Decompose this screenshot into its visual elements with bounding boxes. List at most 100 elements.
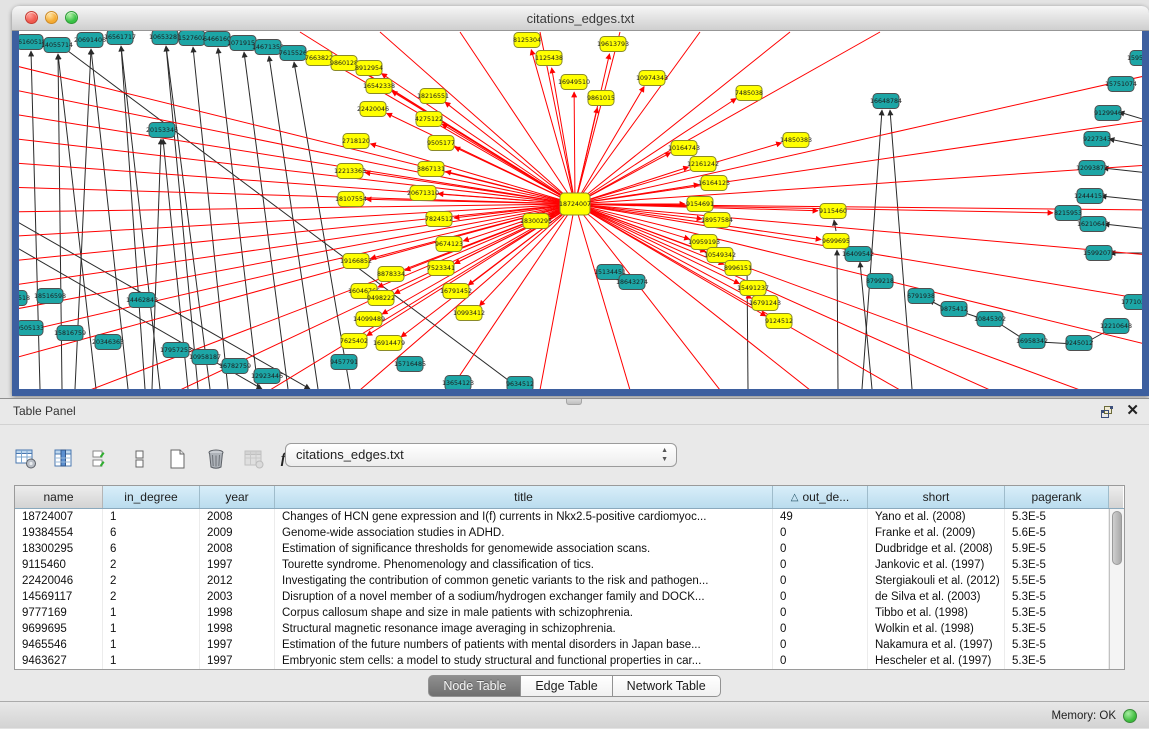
close-panel-icon[interactable]: ✕: [1126, 403, 1139, 419]
graph-node[interactable]: 10164743: [668, 141, 700, 156]
graph-node[interactable]: 10653287: [149, 31, 181, 45]
graph-node[interactable]: 16648784: [870, 94, 902, 109]
graph-node[interactable]: 12213363: [334, 164, 366, 179]
graph-node[interactable]: 14462843: [126, 293, 158, 308]
graph-node[interactable]: 8878334: [377, 267, 405, 282]
table-row[interactable]: 1938455462009Genome-wide association stu…: [15, 525, 1124, 541]
graph-node[interactable]: 16164125: [698, 176, 730, 191]
graph-node[interactable]: 6791938: [907, 289, 935, 304]
column-header-name[interactable]: name: [15, 486, 103, 508]
column-header-out_de[interactable]: △out_de...: [773, 486, 868, 508]
graph-node[interactable]: 2718120: [342, 134, 370, 149]
graph-node[interactable]: 18724007: [559, 193, 591, 215]
network-window-titlebar[interactable]: citations_edges.txt: [12, 6, 1149, 31]
graph-node[interactable]: 8799218: [866, 274, 894, 289]
table-row[interactable]: 1456911722003Disruption of a novel membe…: [15, 589, 1124, 605]
graph-node[interactable]: 9875412: [940, 302, 968, 317]
column-header-year[interactable]: year: [200, 486, 275, 508]
table-vertical-scrollbar[interactable]: [1109, 509, 1124, 669]
column-header-pagerank[interactable]: pagerank: [1005, 486, 1109, 508]
table-row[interactable]: 1830029562008Estimation of significance …: [15, 541, 1124, 557]
graph-node[interactable]: 8215953: [1054, 206, 1082, 221]
graph-node[interactable]: 9861015: [587, 91, 615, 106]
graph-node[interactable]: 16949510: [558, 75, 590, 90]
column-header-title[interactable]: title: [275, 486, 773, 508]
table-options-icon[interactable]: [14, 447, 38, 471]
row-options-icon[interactable]: [128, 447, 152, 471]
zoom-window-button[interactable]: [65, 11, 78, 24]
minimize-window-button[interactable]: [45, 11, 58, 24]
graph-node[interactable]: 13654123: [442, 376, 474, 390]
graph-node[interactable]: 16782759: [219, 359, 251, 374]
table-row[interactable]: 946362711997Embryonic stem cells: a mode…: [15, 653, 1124, 669]
memory-ok-indicator-icon[interactable]: [1123, 709, 1137, 723]
graph-node[interactable]: 9674123: [435, 237, 463, 252]
graph-node[interactable]: 8996151: [724, 261, 752, 276]
graph-node[interactable]: 16914479: [373, 336, 405, 351]
graph-node[interactable]: 8912954: [355, 61, 383, 76]
graph-node[interactable]: 12093872: [1076, 161, 1108, 176]
column-header-in_degree[interactable]: in_degree: [103, 486, 200, 508]
graph-node[interactable]: 20346363: [92, 335, 124, 350]
graph-node[interactable]: 18300295: [520, 214, 552, 229]
table-selector-dropdown[interactable]: citations_edges.txt ▲▼: [285, 443, 677, 467]
tab-edge-table[interactable]: Edge Table: [521, 675, 612, 697]
graph-node[interactable]: 9227343: [1083, 132, 1111, 147]
graph-node[interactable]: 18516598: [34, 289, 66, 304]
graph-node[interactable]: 16561717: [104, 31, 136, 45]
graph-node[interactable]: 16958342: [1016, 334, 1048, 349]
graph-node[interactable]: 16791452: [440, 284, 472, 299]
graph-node[interactable]: 20671310: [407, 186, 439, 201]
graph-node[interactable]: 9457791: [330, 355, 358, 370]
table-row[interactable]: 1872400712008Changes of HCN gene express…: [15, 509, 1124, 525]
graph-node[interactable]: 17710345: [1121, 295, 1142, 310]
graph-node[interactable]: 7625402: [340, 334, 368, 349]
create-table-icon[interactable]: [166, 447, 190, 471]
graph-node[interactable]: 9634512: [506, 377, 534, 390]
graph-node[interactable]: 18643274: [616, 275, 648, 290]
graph-node[interactable]: 9124512: [765, 314, 793, 329]
graph-node[interactable]: 16409542: [842, 247, 874, 262]
table-row[interactable]: 2242004622012Investigating the contribut…: [15, 573, 1124, 589]
graph-node[interactable]: 12923446: [251, 369, 283, 384]
graph-node[interactable]: 9115460: [819, 204, 847, 219]
graph-node[interactable]: 15992071: [1083, 246, 1115, 261]
column-header-short[interactable]: short: [868, 486, 1005, 508]
graph-node[interactable]: 18957584: [701, 213, 733, 228]
graph-node[interactable]: 9505133: [19, 321, 44, 336]
graph-node[interactable]: 15958432: [1127, 51, 1142, 66]
graph-node[interactable]: 8125304: [513, 33, 541, 48]
close-window-button[interactable]: [25, 11, 38, 24]
graph-node[interactable]: 10974343: [636, 71, 668, 86]
graph-node[interactable]: 18216551: [417, 89, 449, 104]
graph-node[interactable]: 15491237: [737, 281, 769, 296]
graph-node[interactable]: 25160518: [19, 291, 30, 306]
graph-node[interactable]: 20153346: [146, 123, 178, 138]
graph-node[interactable]: 20691406: [74, 33, 106, 48]
graph-node[interactable]: 9154691: [686, 197, 714, 212]
graph-node[interactable]: 7824512: [425, 212, 453, 227]
table-row[interactable]: 911546021997Tourette syndrome. Phenomeno…: [15, 557, 1124, 573]
tab-node-table[interactable]: Node Table: [428, 675, 521, 697]
graph-node[interactable]: 9505177: [427, 136, 455, 151]
tab-network-table[interactable]: Network Table: [613, 675, 721, 697]
graph-node[interactable]: 10958187: [189, 350, 221, 365]
graph-node[interactable]: 15751074: [1105, 77, 1137, 92]
graph-node[interactable]: 1125438: [535, 51, 563, 66]
graph-node[interactable]: 12444151: [1074, 189, 1106, 204]
graph-node[interactable]: 16210643: [1077, 217, 1109, 232]
graph-node[interactable]: 7615526: [279, 46, 307, 61]
graph-node[interactable]: 22420046: [357, 102, 389, 117]
graph-node[interactable]: 7523341: [427, 261, 455, 276]
graph-node[interactable]: 9699695: [822, 234, 850, 249]
table-row[interactable]: 969969511998Structural magnetic resonanc…: [15, 621, 1124, 637]
graph-node[interactable]: 9498222: [367, 291, 395, 306]
graph-node[interactable]: 16791243: [749, 296, 781, 311]
graph-node[interactable]: 3867131: [417, 162, 445, 177]
graph-node[interactable]: 9860128: [330, 56, 358, 71]
graph-node[interactable]: 7485038: [735, 86, 763, 101]
graph-node[interactable]: 19613793: [597, 37, 629, 52]
graph-node[interactable]: 15716485: [394, 357, 426, 372]
graph-node[interactable]: 14850383: [780, 133, 812, 148]
graph-node[interactable]: 19166852: [340, 254, 372, 269]
